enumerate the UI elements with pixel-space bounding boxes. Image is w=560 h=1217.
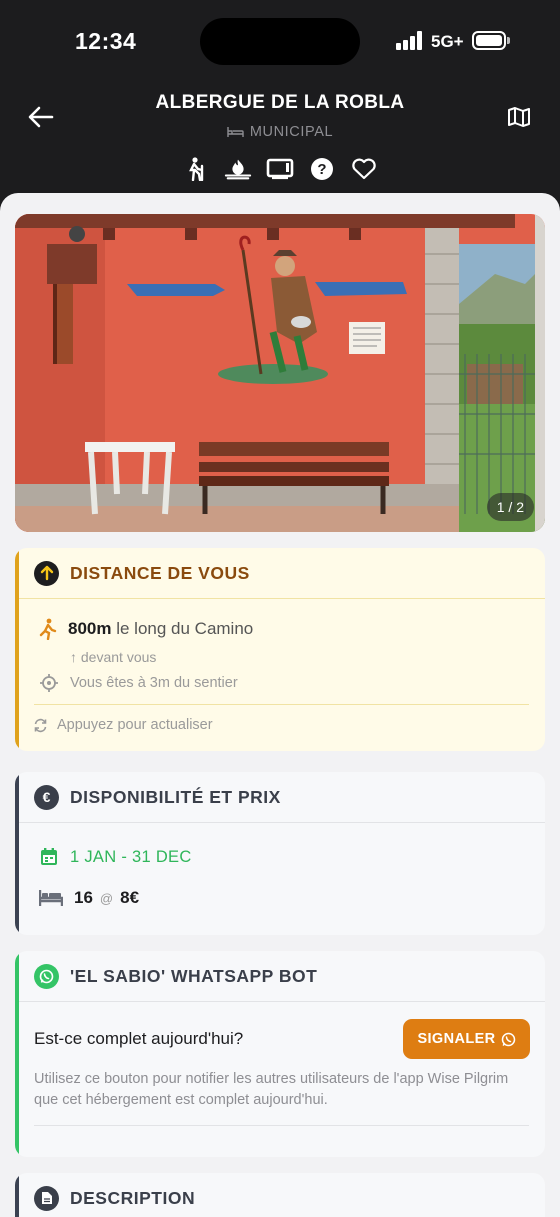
accommodation-type: MUNICIPAL — [249, 124, 334, 140]
heart-icon[interactable] — [350, 156, 378, 182]
arrow-up-icon — [34, 560, 59, 586]
fire-icon — [224, 156, 252, 182]
bed-icon — [227, 127, 244, 137]
card-title: 'EL SABIO' WHATSAPP BOT — [70, 965, 318, 986]
map-button[interactable] — [502, 100, 536, 134]
hiker-icon — [182, 156, 210, 182]
refresh-button[interactable]: Appuyez pour actualiser — [33, 717, 213, 733]
path-distance-row: Vous êtes à 3m du sentier — [39, 673, 238, 693]
card-title: DESCRIPTION — [70, 1187, 196, 1208]
card-header: DISTANCE DE VOUS — [15, 548, 545, 598]
card-header: € DISPONIBILITÉ ET PRIX — [15, 772, 545, 822]
page-subtitle: MUNICIPAL — [0, 124, 560, 140]
status-bar: 12:34 5G+ — [0, 0, 560, 80]
distance-suffix: le long du Camino — [116, 619, 254, 638]
refresh-label: Appuyez pour actualiser — [57, 717, 213, 733]
card-header: 'EL SABIO' WHATSAPP BOT — [15, 951, 545, 1001]
open-dates-row: 1 JAN - 31 DEC — [39, 847, 192, 867]
distance-card[interactable]: DISTANCE DE VOUS 800m le long du Camino … — [15, 548, 545, 751]
whatsapp-description: Utilisez ce bouton pour notifier les aut… — [34, 1071, 509, 1108]
open-dates: 1 JAN - 31 DEC — [70, 847, 192, 866]
card-accent — [15, 772, 19, 935]
direction-text: ↑ devant vous — [70, 649, 157, 665]
whatsapp-icon — [501, 1032, 515, 1046]
signal-icon — [396, 31, 424, 50]
map-icon — [508, 107, 530, 127]
photo-counter: 1 / 2 — [486, 493, 534, 521]
path-distance-text: Vous êtes à 3m du sentier — [70, 675, 238, 691]
battery-icon — [472, 31, 510, 50]
card-accent — [15, 1173, 19, 1217]
dynamic-island — [200, 18, 360, 65]
network-label: 5G+ — [431, 32, 464, 51]
card-title: DISPONIBILITÉ ET PRIX — [70, 786, 281, 807]
refresh-icon — [34, 718, 47, 732]
question-icon: ? — [308, 156, 336, 182]
distance-row: 800m le long du Camino — [39, 618, 253, 640]
distance-value: 800m — [68, 619, 112, 638]
description-card: DESCRIPTION — [15, 1173, 545, 1217]
beds-price-row: 16 @ 8€ — [39, 888, 139, 908]
bed-icon — [39, 890, 63, 906]
photo-illustration — [15, 214, 545, 532]
full-today-question: Est-ce complet aujourd'hui? — [34, 1029, 244, 1048]
availability-card: € DISPONIBILITÉ ET PRIX 1 JAN - 31 DEC 1… — [15, 772, 545, 935]
albergue-photo[interactable]: 1 / 2 — [15, 214, 545, 532]
calendar-icon — [41, 848, 57, 865]
tv-icon — [266, 156, 294, 182]
page-title: ALBERGUE DE LA ROBLA — [155, 92, 405, 113]
whatsapp-icon — [34, 963, 59, 989]
content-sheet: 1 / 2 DISTANCE DE VOUS 800m le long du C… — [0, 193, 560, 1217]
card-accent — [15, 548, 19, 751]
bed-count: 16 — [74, 888, 93, 907]
at-symbol: @ — [99, 890, 114, 906]
card-accent — [15, 951, 19, 1157]
price: 8€ — [120, 888, 140, 907]
card-header: DESCRIPTION — [15, 1173, 545, 1217]
card-title: DISTANCE DE VOUS — [70, 562, 250, 583]
euro-icon: € — [34, 784, 59, 810]
report-full-button[interactable]: SIGNALER — [403, 1019, 530, 1059]
amenity-icons: ? — [0, 156, 560, 182]
walking-icon — [39, 618, 57, 640]
distance-text: 800m le long du Camino — [68, 619, 253, 639]
header: ALBERGUE DE LA ROBLA MUNICIPAL ? — [0, 80, 560, 192]
whatsapp-card: 'EL SABIO' WHATSAPP BOT Est-ce complet a… — [15, 951, 545, 1157]
target-icon — [40, 674, 58, 692]
report-button-label: SIGNALER — [417, 1031, 496, 1047]
svg-text:?: ? — [317, 161, 326, 178]
status-time: 12:34 — [75, 28, 137, 54]
document-icon — [34, 1185, 59, 1211]
